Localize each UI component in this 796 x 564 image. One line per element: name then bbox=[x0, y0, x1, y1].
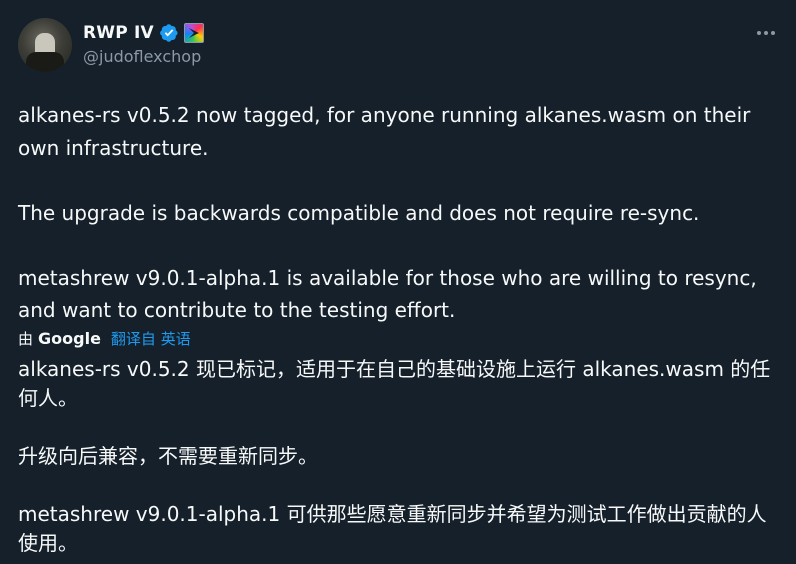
more-dot-icon bbox=[757, 31, 761, 35]
translated-paragraph: alkanes-rs v0.5.2 现已标记，适用于在自己的基础设施上运行 al… bbox=[18, 356, 771, 410]
translated-paragraph: 升级向后兼容，不需要重新同步。 bbox=[18, 443, 318, 468]
translated-paragraph: metashrew v9.0.1-alpha.1 可供那些愿意重新同步并希望为测… bbox=[18, 501, 767, 555]
handle[interactable]: @judoflexchop bbox=[83, 47, 204, 69]
name-row: RWP IV bbox=[83, 21, 204, 45]
tweet-header: RWP IV @judoflexchop bbox=[18, 17, 778, 73]
more-options-button[interactable] bbox=[754, 21, 778, 45]
display-name[interactable]: RWP IV bbox=[83, 23, 154, 43]
tweet: RWP IV @judoflexchop alkanes-rs v0.5.2 n… bbox=[0, 0, 796, 564]
tweet-paragraph: The upgrade is backwards compatible and … bbox=[18, 200, 700, 225]
translated-by-label: 由 bbox=[18, 330, 34, 348]
google-logo: Google bbox=[38, 329, 101, 348]
verified-badge-icon[interactable] bbox=[159, 23, 179, 43]
avatar[interactable] bbox=[18, 18, 72, 72]
tweet-paragraph: alkanes-rs v0.5.2 now tagged, for anyone… bbox=[18, 103, 751, 160]
translation-attribution: 由 Google 翻译自 英语 bbox=[18, 327, 778, 351]
more-dot-icon bbox=[771, 31, 775, 35]
avatar-shadow bbox=[26, 52, 64, 72]
tweet-text: alkanes-rs v0.5.2 now tagged, for anyone… bbox=[18, 99, 778, 327]
affiliate-badge-icon[interactable] bbox=[183, 23, 204, 43]
tweet-paragraph: metashrew v9.0.1-alpha.1 is available fo… bbox=[18, 265, 757, 323]
author-info: RWP IV @judoflexchop bbox=[83, 18, 204, 72]
translated-from-link[interactable]: 翻译自 英语 bbox=[111, 328, 191, 349]
translated-text: alkanes-rs v0.5.2 现已标记，适用于在自己的基础设施上运行 al… bbox=[18, 355, 778, 558]
more-dot-icon bbox=[764, 31, 768, 35]
